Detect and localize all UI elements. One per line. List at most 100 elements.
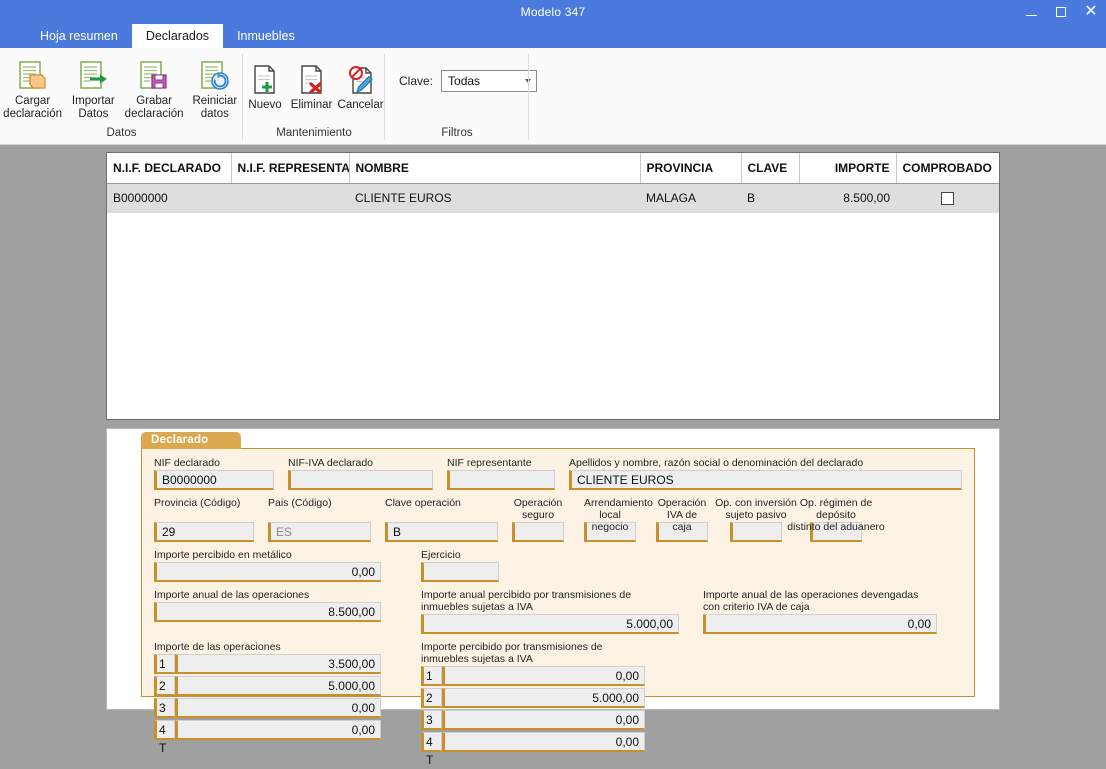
declarados-grid[interactable]: N.I.F. DECLARADO N.I.F. REPRESENTA... NO… [106,152,1000,420]
ribbon-group-datos-title: Datos [106,127,137,139]
cell-provincia: MALAGA [640,183,741,213]
quarter-label-1t: 1 T [154,654,175,689]
quarter-row-operaciones-2: 2 T 5.000,00 [154,676,381,711]
document-open-icon [16,58,50,93]
quarter-input-transmisiones-1t[interactable]: 0,00 [442,666,645,686]
importe-anual-transmisiones-input[interactable]: 5.000,00 [421,614,679,634]
operacion-seguro-input[interactable] [512,522,564,542]
maximize-button[interactable] [1046,0,1076,24]
importe-metalico-label: Importe percibido en metálico [154,549,292,561]
quarter-label-4t: 4 T [154,720,175,755]
close-button[interactable]: ✕ [1076,0,1106,24]
grid-header-row: N.I.F. DECLARADO N.I.F. REPRESENTA... NO… [107,153,999,184]
minimize-button[interactable] [1016,0,1046,24]
ribbon-group-mantenimiento-title: Mantenimiento [276,127,352,139]
cell-nif-representante [231,183,349,213]
comprobado-checkbox[interactable] [941,192,954,206]
col-provincia[interactable]: PROVINCIA [640,153,742,184]
document-new-icon [249,62,281,97]
cargar-declaracion-label: Cargar declaración [3,95,62,120]
quarter-label-3t: 3 T [421,710,442,745]
quarter-row-operaciones-1: 1 T 3.500,00 [154,654,381,689]
tab-hoja-resumen[interactable]: Hoja resumen [26,24,132,48]
quarter-label-1t: 1 T [421,666,442,701]
cancelar-label: Cancelar [337,99,384,111]
provincia-codigo-label: Provincia (Código) [154,497,241,509]
ejercicio-input[interactable] [421,562,499,582]
quarter-input-operaciones-4t[interactable]: 0,00 [175,720,381,740]
operacion-iva-caja-label: Operación IVA de caja [657,497,707,533]
eliminar-label: Eliminar [290,99,333,111]
pais-codigo-label: Pais (Código) [268,497,332,509]
importar-datos-button[interactable]: Importar Datos [65,55,121,121]
op-inversion-sujeto-pasivo-input[interactable] [730,522,782,542]
cell-comprobado[interactable] [896,183,999,213]
quarter-label-4t: 4 T [421,732,442,767]
importe-anual-iva-caja-input[interactable]: 0,00 [703,614,937,634]
apellidos-nombre-label: Apellidos y nombre, razón social o denom… [569,457,864,469]
col-comprobado[interactable]: COMPROBADO [896,153,999,184]
clave-operacion-input[interactable]: B [385,522,498,542]
document-save-icon [137,58,171,93]
importe-metalico-input[interactable]: 0,00 [154,562,381,582]
reiniciar-datos-button[interactable]: Reiniciar datos [187,55,243,121]
quarter-row-transmisiones-4: 4 T 0,00 [421,732,645,767]
tab-declarados[interactable]: Declarados [131,24,224,48]
ejercicio-label: Ejercicio [421,549,461,561]
title-bar: Modelo 347 ✕ [0,0,1106,24]
nif-declarado-input[interactable]: B0000000 [154,470,274,490]
quarters-operaciones-label: Importe de las operaciones [154,641,281,653]
quarter-row-transmisiones-1: 1 T 0,00 [421,666,645,701]
clave-filter-select[interactable]: Todas [441,70,538,92]
nif-representante-input[interactable] [447,470,555,490]
form-row-importes-anuales: Importe anual de las operaciones 8.500,0… [154,589,962,634]
tab-inmuebles[interactable]: Inmuebles [223,24,309,48]
table-row[interactable]: B0000000 CLIENTE EUROS MALAGA B 8.500,00 [107,183,999,213]
importe-anual-iva-caja-label: Importe anual de las operaciones devenga… [703,589,919,613]
cargar-declaracion-button[interactable]: Cargar declaración [0,55,65,121]
col-nombre[interactable]: NOMBRE [349,153,641,184]
quarter-row-operaciones-4: 4 T 0,00 [154,720,381,755]
pais-codigo-input[interactable]: ES [268,522,371,542]
operacion-seguro-label: Operación seguro [513,497,563,521]
cell-nif-declarado: B0000000 [107,183,231,213]
col-nif-declarado[interactable]: N.I.F. DECLARADO [107,153,232,184]
nif-iva-declarado-input[interactable] [288,470,433,490]
importe-anual-operaciones-input[interactable]: 8.500,00 [154,602,381,622]
nuevo-button[interactable]: Nuevo [243,59,287,112]
quarter-input-operaciones-2t[interactable]: 5.000,00 [175,676,381,696]
col-importe[interactable]: IMPORTE [799,153,897,184]
grabar-declaracion-button[interactable]: Grabar declaración [122,55,187,121]
provincia-codigo-input[interactable]: 29 [154,522,254,542]
cancelar-button[interactable]: Cancelar [336,59,385,112]
importar-datos-label: Importar Datos [71,95,115,120]
declarado-detail-panel: Declarado NIF declarado B0000000 NIF-IVA… [106,428,1000,767]
quarter-input-operaciones-1t[interactable]: 3.500,00 [175,654,381,674]
apellidos-nombre-input[interactable]: CLIENTE EUROS [569,470,962,490]
document-import-icon [76,58,110,93]
quarter-input-transmisiones-3t[interactable]: 0,00 [442,710,645,730]
ribbon: Cargar declaración Importar Datos Grabar… [0,48,1106,145]
importe-anual-operaciones-label: Importe anual de las operaciones [154,589,310,601]
close-icon: ✕ [1084,3,1098,20]
clave-operacion-label: Clave operación [385,497,461,509]
ribbon-group-mantenimiento: Nuevo Eliminar Cancelar Mantenimiento [243,48,385,144]
declarado-tab[interactable]: Declarado [141,432,241,449]
quarter-input-transmisiones-4t[interactable]: 0,00 [442,732,645,752]
eliminar-button[interactable]: Eliminar [287,59,336,112]
quarter-input-operaciones-3t[interactable]: 0,00 [175,698,381,718]
document-delete-icon [296,62,328,97]
ribbon-separator [528,54,529,140]
maximize-icon [1056,7,1066,17]
col-clave[interactable]: CLAVE [741,153,800,184]
ribbon-group-datos: Cargar declaración Importar Datos Grabar… [0,48,243,144]
col-nif-representante[interactable]: N.I.F. REPRESENTA... [231,153,350,184]
quarter-row-operaciones-3: 3 T 0,00 [154,698,381,733]
importe-anual-transmisiones-label: Importe anual percibido por transmisione… [421,589,632,613]
declarado-form: NIF declarado B0000000 NIF-IVA declarado… [141,448,975,767]
quarter-row-transmisiones-3: 3 T 0,00 [421,710,645,745]
quarter-input-transmisiones-2t[interactable]: 5.000,00 [442,688,645,708]
clave-filter-label: Clave: [399,74,434,88]
nuevo-label: Nuevo [248,99,282,111]
clave-filter-value: Todas [448,74,481,88]
